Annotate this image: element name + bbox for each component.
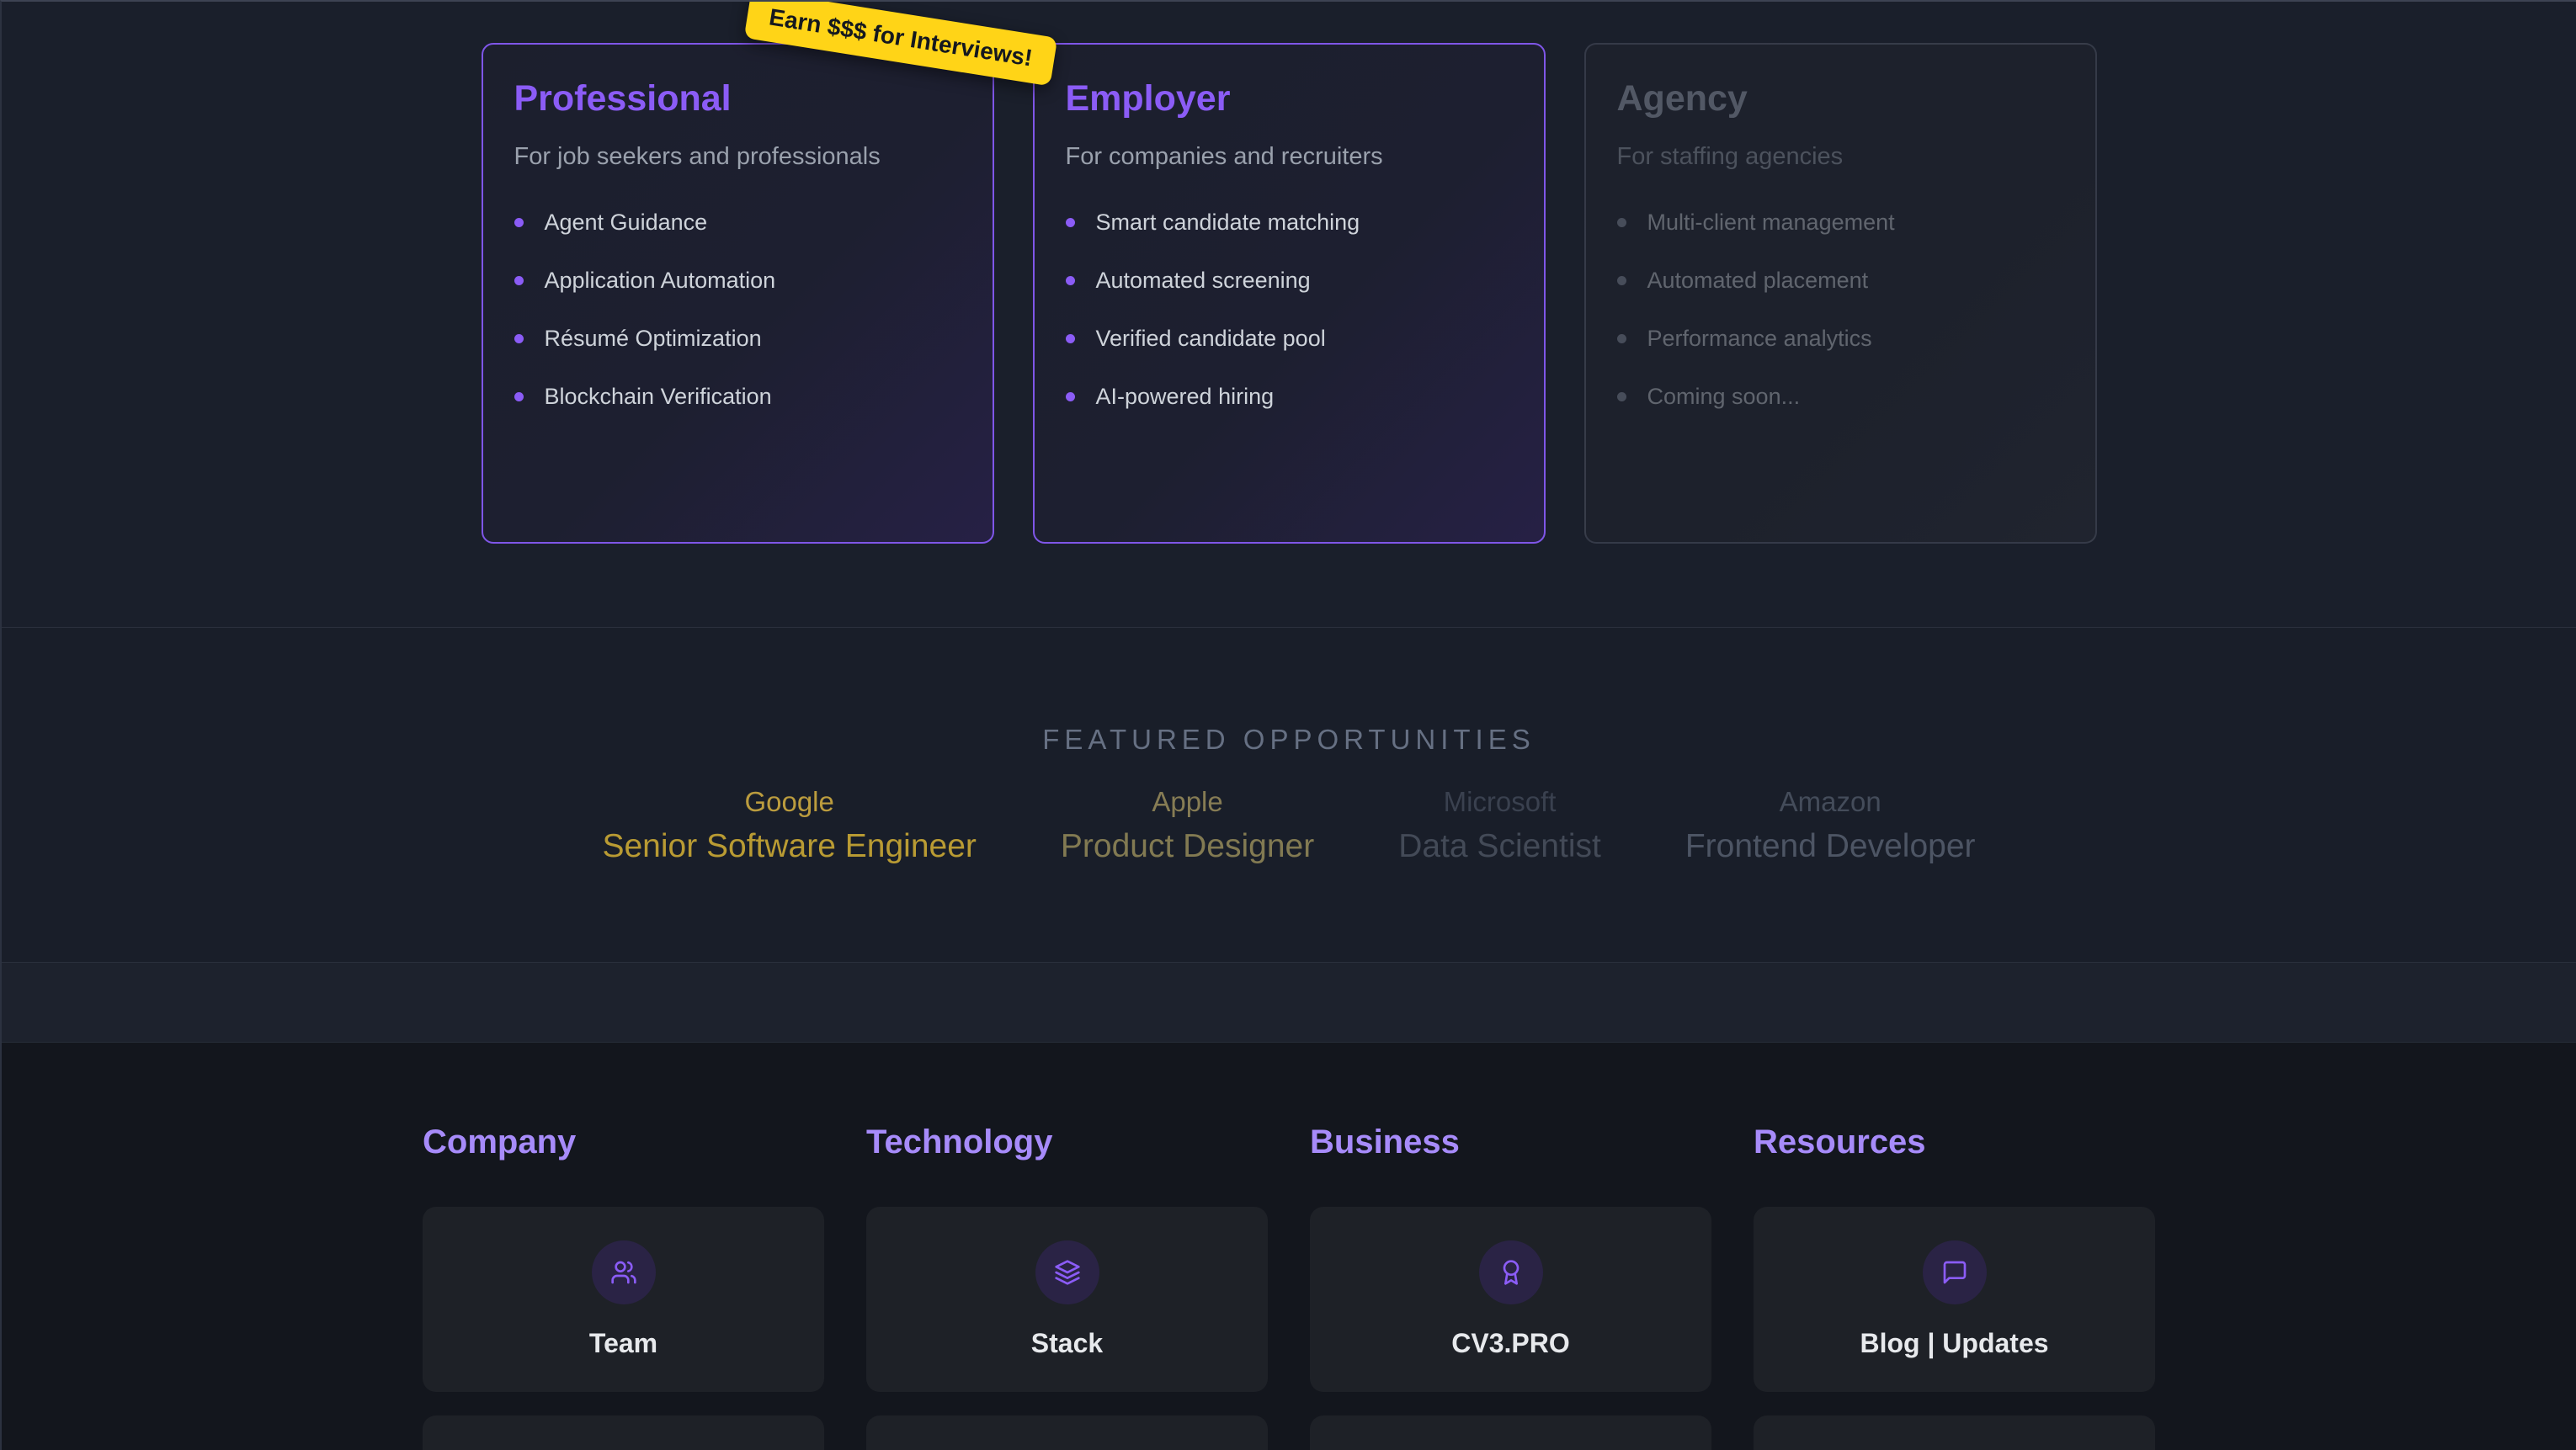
- award-icon: [1498, 1259, 1525, 1286]
- featured-jobs-row: Google Senior Software Engineer Apple Pr…: [2, 786, 2576, 865]
- plan-card-agency: Agency For staffing agencies Multi-clien…: [1584, 43, 2097, 544]
- featured-job-apple[interactable]: Apple Product Designer: [1061, 786, 1314, 865]
- plan-subtitle: For staffing agencies: [1617, 143, 2064, 171]
- feature-item: Multi-client management: [1617, 210, 2064, 236]
- feature-item: Application Automation: [514, 268, 961, 294]
- feature-label: Performance analytics: [1647, 326, 1872, 352]
- plan-features: Multi-client management Automated placem…: [1617, 210, 2064, 410]
- icon-circle: [1035, 1240, 1099, 1304]
- icon-circle: [592, 1240, 656, 1304]
- plan-title: Professional: [514, 78, 961, 120]
- job-company: Google: [602, 786, 976, 818]
- bullet-icon: [1066, 392, 1075, 401]
- footer-card-partial[interactable]: [1754, 1415, 2155, 1450]
- bullet-icon: [1617, 392, 1626, 401]
- footer: Company Technology Business Resources Te…: [2, 1042, 2576, 1450]
- featured-job-amazon[interactable]: Amazon Frontend Developer: [1685, 786, 1976, 865]
- feature-item: Automated placement: [1617, 268, 2064, 294]
- footer-card-team[interactable]: Team: [423, 1207, 824, 1392]
- bullet-icon: [1066, 334, 1075, 343]
- feature-item: Automated screening: [1066, 268, 1513, 294]
- footer-card-partial[interactable]: [1310, 1415, 1711, 1450]
- icon-circle: [1923, 1240, 1987, 1304]
- job-title: Data Scientist: [1398, 828, 1601, 865]
- feature-label: Application Automation: [545, 268, 776, 294]
- feature-item: Performance analytics: [1617, 326, 2064, 352]
- bullet-icon: [1617, 218, 1626, 227]
- plan-title: Employer: [1066, 78, 1513, 120]
- job-company: Amazon: [1685, 786, 1976, 818]
- feature-label: Agent Guidance: [545, 210, 708, 236]
- message-icon: [1941, 1259, 1968, 1286]
- featured-heading: FEATURED OPPORTUNITIES: [2, 628, 2576, 756]
- plan-title: Agency: [1617, 78, 2064, 120]
- footer-card-label: Blog | Updates: [1860, 1328, 2048, 1359]
- footer-card-partial[interactable]: [423, 1415, 824, 1450]
- feature-item: Smart candidate matching: [1066, 210, 1513, 236]
- plan-card-content: Employer For companies and recruiters Sm…: [1066, 78, 1513, 410]
- icon-circle: [1479, 1240, 1543, 1304]
- feature-label: Smart candidate matching: [1096, 210, 1360, 236]
- layers-icon: [1054, 1259, 1081, 1286]
- feature-item: Verified candidate pool: [1066, 326, 1513, 352]
- plan-card-content: Professional For job seekers and profess…: [514, 78, 961, 410]
- feature-label: Multi-client management: [1647, 210, 1895, 236]
- plan-card-employer[interactable]: Employer For companies and recruiters Sm…: [1033, 43, 1546, 544]
- featured-job-google[interactable]: Google Senior Software Engineer: [602, 786, 976, 865]
- featured-opportunities-section: FEATURED OPPORTUNITIES Google Senior Sof…: [2, 627, 2576, 962]
- feature-label: Coming soon...: [1647, 384, 1801, 410]
- bullet-icon: [1617, 276, 1626, 285]
- bullet-icon: [514, 218, 524, 227]
- footer-heading-resources: Resources: [1754, 1123, 2155, 1161]
- job-title: Product Designer: [1061, 828, 1314, 865]
- plan-features: Agent Guidance Application Automation Ré…: [514, 210, 961, 410]
- footer-cards-row-partial: [423, 1415, 2155, 1450]
- bullet-icon: [1617, 334, 1626, 343]
- bullet-icon: [514, 334, 524, 343]
- feature-label: Blockchain Verification: [545, 384, 772, 410]
- feature-label: Verified candidate pool: [1096, 326, 1326, 352]
- feature-item: Blockchain Verification: [514, 384, 961, 410]
- job-title: Frontend Developer: [1685, 828, 1976, 865]
- feature-label: Automated screening: [1096, 268, 1311, 294]
- feature-label: Résumé Optimization: [545, 326, 762, 352]
- footer-heading-company: Company: [423, 1123, 824, 1161]
- footer-card-label: Team: [589, 1328, 657, 1359]
- bullet-icon: [514, 392, 524, 401]
- footer-heading-business: Business: [1310, 1123, 1711, 1161]
- footer-content: Company Technology Business Resources Te…: [423, 1123, 2155, 1450]
- job-company: Apple: [1061, 786, 1314, 818]
- footer-card-label: CV3.PRO: [1451, 1328, 1569, 1359]
- featured-job-microsoft[interactable]: Microsoft Data Scientist: [1398, 786, 1601, 865]
- plan-cards-row: Professional For job seekers and profess…: [2, 2, 2576, 544]
- feature-label: Automated placement: [1647, 268, 1869, 294]
- page: Earn $$$ for Interviews! Professional Fo…: [0, 0, 2576, 1450]
- feature-label: AI-powered hiring: [1096, 384, 1275, 410]
- footer-headings-row: Company Technology Business Resources: [423, 1123, 2155, 1161]
- bullet-icon: [514, 276, 524, 285]
- feature-item: Coming soon...: [1617, 384, 2064, 410]
- plan-subtitle: For job seekers and professionals: [514, 143, 961, 171]
- footer-heading-technology: Technology: [866, 1123, 1268, 1161]
- plan-features: Smart candidate matching Automated scree…: [1066, 210, 1513, 410]
- plan-card-content: Agency For staffing agencies Multi-clien…: [1617, 78, 2064, 410]
- plan-subtitle: For companies and recruiters: [1066, 143, 1513, 171]
- footer-cards-row: Team Stack CV3.PRO: [423, 1207, 2155, 1392]
- footer-card-partial[interactable]: [866, 1415, 1268, 1450]
- section-divider-band: [2, 962, 2576, 1042]
- job-company: Microsoft: [1398, 786, 1601, 818]
- job-title: Senior Software Engineer: [602, 828, 976, 865]
- users-icon: [610, 1259, 637, 1286]
- footer-card-label: Stack: [1031, 1328, 1103, 1359]
- plans-section: Earn $$$ for Interviews! Professional Fo…: [2, 2, 2576, 627]
- footer-card-blog[interactable]: Blog | Updates: [1754, 1207, 2155, 1392]
- plan-card-professional[interactable]: Professional For job seekers and profess…: [482, 43, 994, 544]
- bullet-icon: [1066, 218, 1075, 227]
- footer-card-stack[interactable]: Stack: [866, 1207, 1268, 1392]
- footer-card-cv3pro[interactable]: CV3.PRO: [1310, 1207, 1711, 1392]
- feature-item: Agent Guidance: [514, 210, 961, 236]
- feature-item: AI-powered hiring: [1066, 384, 1513, 410]
- bullet-icon: [1066, 276, 1075, 285]
- feature-item: Résumé Optimization: [514, 326, 961, 352]
